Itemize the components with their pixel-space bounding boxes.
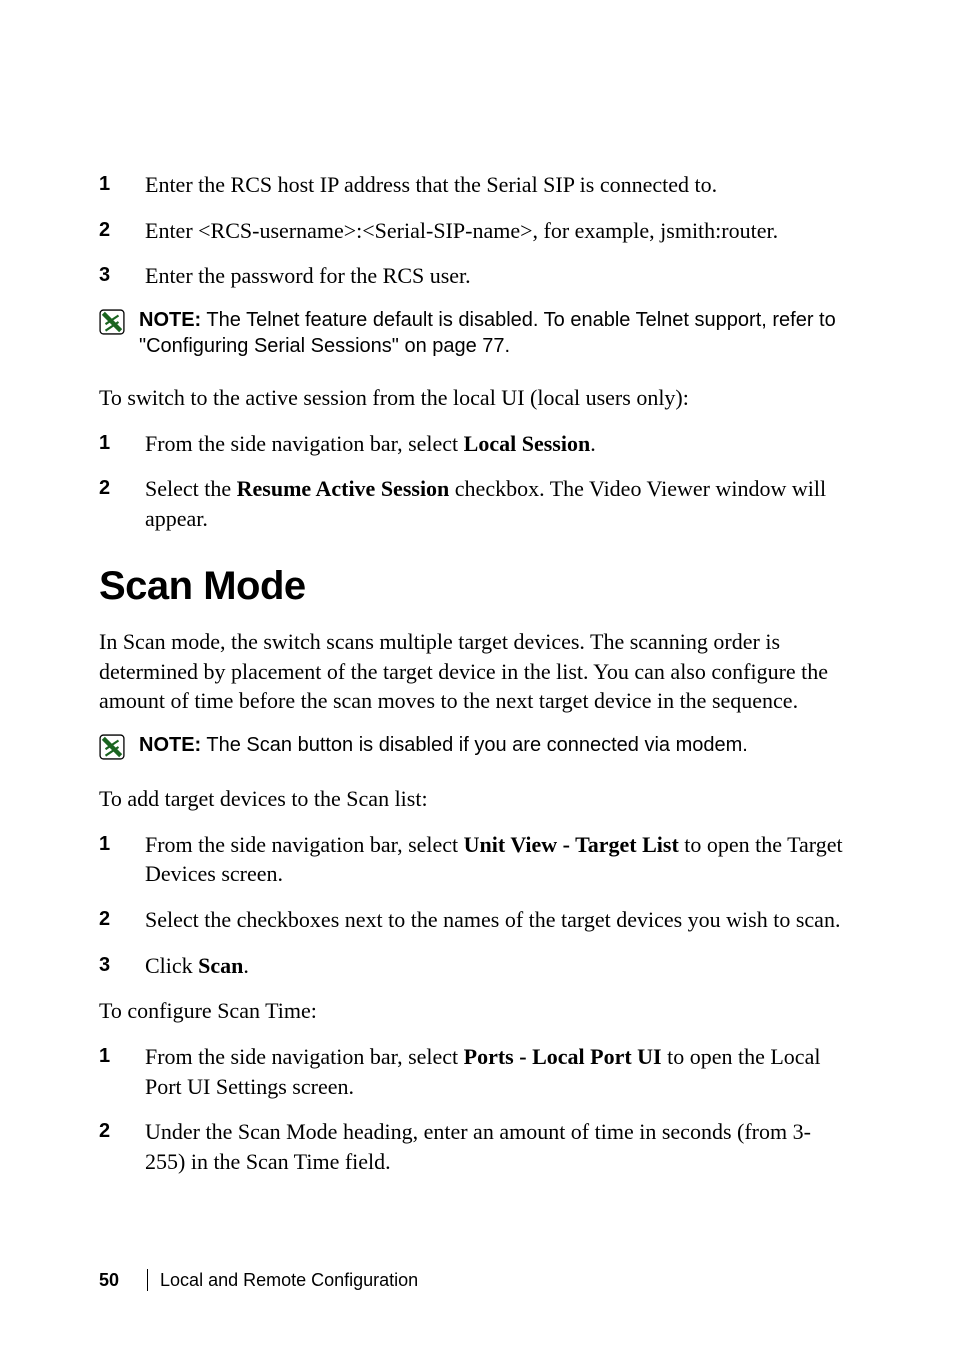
text-bold: Local Session (464, 431, 591, 456)
step-list-4-item-1: 1 From the side navigation bar, select P… (99, 1042, 866, 1101)
note-body: The Scan button is disabled if you are c… (201, 734, 748, 756)
note-label: NOTE: (139, 309, 201, 331)
step-list-3-item-2: 2 Select the checkboxes next to the name… (99, 905, 866, 935)
step-list-2-item-1: 1 From the side navigation bar, select L… (99, 429, 866, 459)
footer-divider (147, 1269, 148, 1291)
step-number: 3 (99, 261, 141, 289)
heading-scan-mode: Scan Mode (99, 564, 866, 609)
note-body: The Telnet feature default is disabled. … (139, 309, 836, 357)
text-pre: Click (145, 953, 198, 978)
note-text: NOTE: The Scan button is disabled if you… (139, 732, 859, 758)
footer-section-title: Local and Remote Configuration (160, 1270, 418, 1291)
step-number: 2 (99, 216, 141, 244)
step-number: 1 (99, 1042, 141, 1070)
step-text: From the side navigation bar, select Uni… (145, 830, 845, 889)
step-list-2-item-2: 2 Select the Resume Active Session check… (99, 474, 866, 533)
step-list-1-item-1: 1 Enter the RCS host IP address that the… (99, 170, 866, 200)
step-text: Click Scan. (145, 951, 845, 981)
step-number: 2 (99, 1117, 141, 1145)
text-bold: Ports - Local Port UI (464, 1044, 662, 1069)
text-post: . (243, 953, 249, 978)
step-text: From the side navigation bar, select Loc… (145, 429, 845, 459)
step-list-1-item-3: 3 Enter the password for the RCS user. (99, 261, 866, 291)
paragraph-configure-scan-time: To configure Scan Time: (99, 996, 866, 1026)
step-text: Select the checkboxes next to the names … (145, 905, 845, 935)
step-list-4-item-2: 2 Under the Scan Mode heading, enter an … (99, 1117, 866, 1176)
step-text: Enter the RCS host IP address that the S… (145, 170, 845, 200)
page-number: 50 (99, 1270, 119, 1291)
step-number: 1 (99, 429, 141, 457)
step-number: 2 (99, 474, 141, 502)
paragraph-add-targets: To add target devices to the Scan list: (99, 784, 866, 814)
step-number: 1 (99, 830, 141, 858)
text-bold: Scan (198, 953, 243, 978)
step-number: 1 (99, 170, 141, 198)
note-icon (99, 734, 125, 760)
text-bold: Unit View - Target List (464, 832, 679, 857)
note-scan-button: NOTE: The Scan button is disabled if you… (99, 732, 866, 760)
text-pre: From the side navigation bar, select (145, 832, 464, 857)
text-pre: Select the (145, 476, 237, 501)
step-text: Enter the password for the RCS user. (145, 261, 845, 291)
step-number: 3 (99, 951, 141, 979)
note-label: NOTE: (139, 734, 201, 756)
note-text: NOTE: The Telnet feature default is disa… (139, 307, 859, 359)
paragraph-scan-mode-intro: In Scan mode, the switch scans multiple … (99, 627, 866, 716)
step-list-3-item-1: 1 From the side navigation bar, select U… (99, 830, 866, 889)
step-list-3-item-3: 3 Click Scan. (99, 951, 866, 981)
step-number: 2 (99, 905, 141, 933)
text-post: . (590, 431, 596, 456)
page-footer: 50 Local and Remote Configuration (99, 1269, 418, 1291)
text-pre: From the side navigation bar, select (145, 431, 464, 456)
note-telnet: NOTE: The Telnet feature default is disa… (99, 307, 866, 359)
step-text: Enter <RCS-username>:<Serial-SIP-name>, … (145, 216, 845, 246)
step-text: Under the Scan Mode heading, enter an am… (145, 1117, 845, 1176)
step-text: From the side navigation bar, select Por… (145, 1042, 845, 1101)
paragraph-switch-active: To switch to the active session from the… (99, 383, 866, 413)
step-text: Select the Resume Active Session checkbo… (145, 474, 845, 533)
text-bold: Resume Active Session (237, 476, 450, 501)
step-list-1-item-2: 2 Enter <RCS-username>:<Serial-SIP-name>… (99, 216, 866, 246)
text-pre: From the side navigation bar, select (145, 1044, 464, 1069)
page: 1 Enter the RCS host IP address that the… (0, 0, 954, 1351)
note-icon (99, 309, 125, 335)
